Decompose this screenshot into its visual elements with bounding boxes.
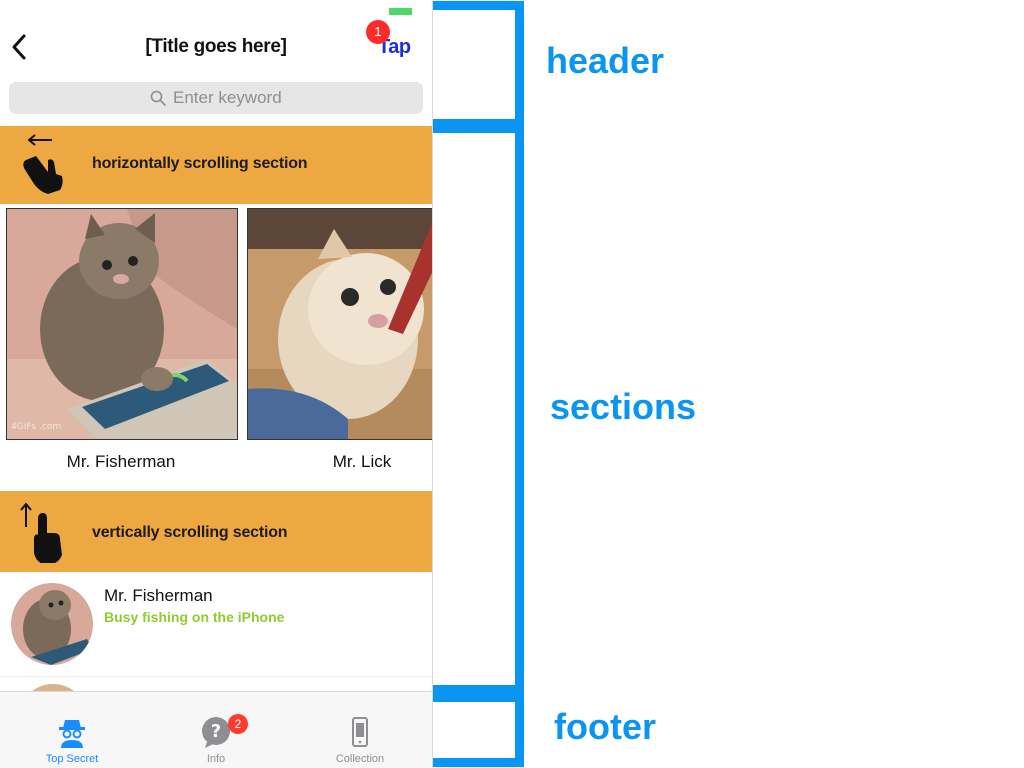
- tap-button[interactable]: Tap 1: [362, 6, 422, 66]
- kitten-phone-image: 4GIFs .com: [7, 209, 237, 439]
- phone-screen: [Title goes here] Tap 1 horizontally scr…: [0, 0, 433, 768]
- search-bar[interactable]: [9, 82, 423, 114]
- info-badge: 2: [228, 714, 248, 734]
- green-indicator: [389, 8, 412, 15]
- swipe-left-hand-icon: [23, 134, 63, 194]
- chevron-left-icon: [12, 34, 26, 60]
- avatar: [11, 583, 93, 665]
- phone-device-icon: [352, 717, 368, 747]
- list-item[interactable]: Mr. Fisherman Busy fishing on the iPhone: [0, 572, 432, 677]
- sections-annotation: sections: [550, 386, 697, 427]
- tab-collection[interactable]: Collection: [288, 692, 432, 768]
- svg-text:?: ?: [211, 721, 221, 742]
- back-button[interactable]: [6, 30, 34, 64]
- card-image-lick[interactable]: [247, 208, 432, 440]
- header-bracket: [433, 1, 524, 128]
- tab-info[interactable]: ? 2 Info: [144, 692, 288, 768]
- header-annotation: header: [546, 40, 665, 81]
- tab-label: Info: [206, 753, 226, 765]
- search-icon: [150, 90, 166, 106]
- list-item-subtitle: Busy fishing on the iPhone: [104, 609, 285, 625]
- tab-label: Top Secret: [45, 753, 99, 765]
- scroll-up-hand-icon: [20, 502, 62, 563]
- tap-badge: 1: [366, 20, 390, 44]
- search-input[interactable]: [173, 85, 403, 111]
- list-item-name: Mr. Fisherman: [104, 586, 213, 605]
- footer-bracket: [433, 693, 524, 767]
- vertical-section-banner: vertically scrolling section: [0, 491, 432, 572]
- question-bubble-icon: ?: [202, 717, 230, 748]
- kitten-licking-image: [248, 209, 432, 439]
- card-watermark: 4GIFs .com: [11, 422, 61, 432]
- footer-annotation: footer: [554, 706, 656, 747]
- card-caption-lick: Mr. Lick: [332, 452, 392, 471]
- sections-bracket: [433, 124, 524, 694]
- vertical-section-label: vertically scrolling section: [92, 524, 288, 541]
- tab-top-secret[interactable]: Top Secret: [0, 692, 144, 768]
- horizontal-section-label: horizontally scrolling section: [92, 155, 308, 172]
- tab-bar: Top Secret ? 2 Info Collection: [0, 691, 432, 768]
- page-title: [Title goes here]: [145, 36, 287, 57]
- card-caption-fisherman: Mr. Fisherman: [66, 452, 176, 471]
- navigation-bar: [Title goes here] Tap 1: [0, 0, 432, 80]
- horizontal-section-banner: horizontally scrolling section: [0, 126, 432, 204]
- tab-label: Collection: [335, 753, 385, 765]
- spy-icon: [59, 720, 85, 748]
- card-image-fisherman[interactable]: 4GIFs .com: [6, 208, 238, 440]
